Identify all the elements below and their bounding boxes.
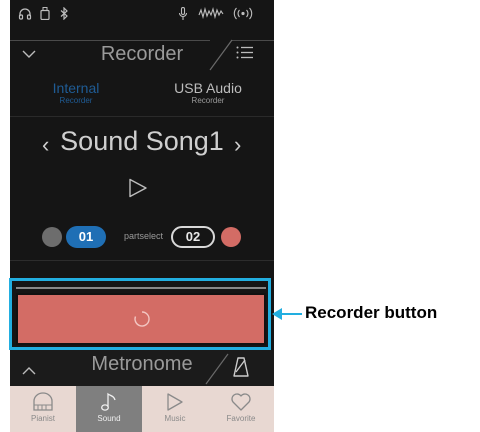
play-icon[interactable]: [128, 178, 148, 203]
recording-spinner-icon: [133, 310, 151, 333]
part1-indicator: [42, 227, 62, 247]
nav-item-sound[interactable]: Sound: [76, 386, 142, 432]
music-note-icon: [101, 392, 116, 411]
tab-label: USB Audio: [174, 80, 242, 96]
tab-label: Internal: [52, 80, 100, 96]
callout-arrow-line: [280, 313, 302, 315]
nav-item-music[interactable]: Music: [142, 386, 208, 432]
part-select: 01 partselect 02: [10, 220, 274, 256]
usb-memory-icon: [40, 7, 50, 20]
recorder-button[interactable]: [16, 293, 266, 345]
headphone-icon: [18, 7, 32, 20]
part1-button[interactable]: 01: [66, 226, 106, 248]
partselect-label: partselect: [124, 231, 164, 241]
bottom-nav: Pianist Sound Music Favorite: [10, 386, 274, 432]
bluetooth-icon: [60, 7, 69, 20]
metronome-icon[interactable]: [232, 356, 250, 383]
nav-label: Sound: [97, 414, 121, 423]
header-divider: [10, 40, 210, 41]
tab-usb-audio-recorder[interactable]: USB Audio Recorder: [142, 80, 274, 106]
part2-indicator: [221, 227, 241, 247]
nav-item-favorite[interactable]: Favorite: [208, 386, 274, 432]
part2-button[interactable]: 02: [171, 226, 215, 248]
next-song-button[interactable]: ›: [234, 132, 241, 158]
section-divider: [10, 260, 274, 261]
tab-internal-recorder[interactable]: Internal Recorder: [10, 80, 142, 106]
nav-label: Music: [164, 414, 186, 423]
nav-item-pianist[interactable]: Pianist: [10, 386, 76, 432]
status-bar: [10, 0, 274, 28]
wireless-icon: [232, 7, 254, 20]
nav-label: Pianist: [30, 414, 55, 423]
page-title: Recorder: [100, 43, 184, 65]
app-screen: Recorder Internal Recorder USB Audio Rec…: [10, 0, 274, 432]
tab-divider: [10, 116, 274, 117]
recorder-button-top-edge: [16, 287, 266, 289]
wave-icon: [198, 7, 224, 19]
metronome-bar[interactable]: Metronome: [10, 350, 274, 386]
play-outline-icon: [167, 393, 183, 411]
tab-sublabel: Recorder: [191, 96, 225, 105]
song-selector: ‹ Sound Song1 ›: [10, 124, 274, 160]
piano-icon: [33, 392, 53, 411]
metronome-slash: [205, 353, 229, 385]
heart-icon: [231, 393, 251, 411]
nav-label: Favorite: [226, 414, 256, 423]
microphone-icon: [178, 7, 188, 21]
header-divider-right: [232, 40, 274, 41]
tab-sublabel: Recorder: [59, 96, 93, 105]
callout-label: Recorder button: [305, 303, 438, 322]
menu-list-icon[interactable]: [236, 46, 254, 64]
